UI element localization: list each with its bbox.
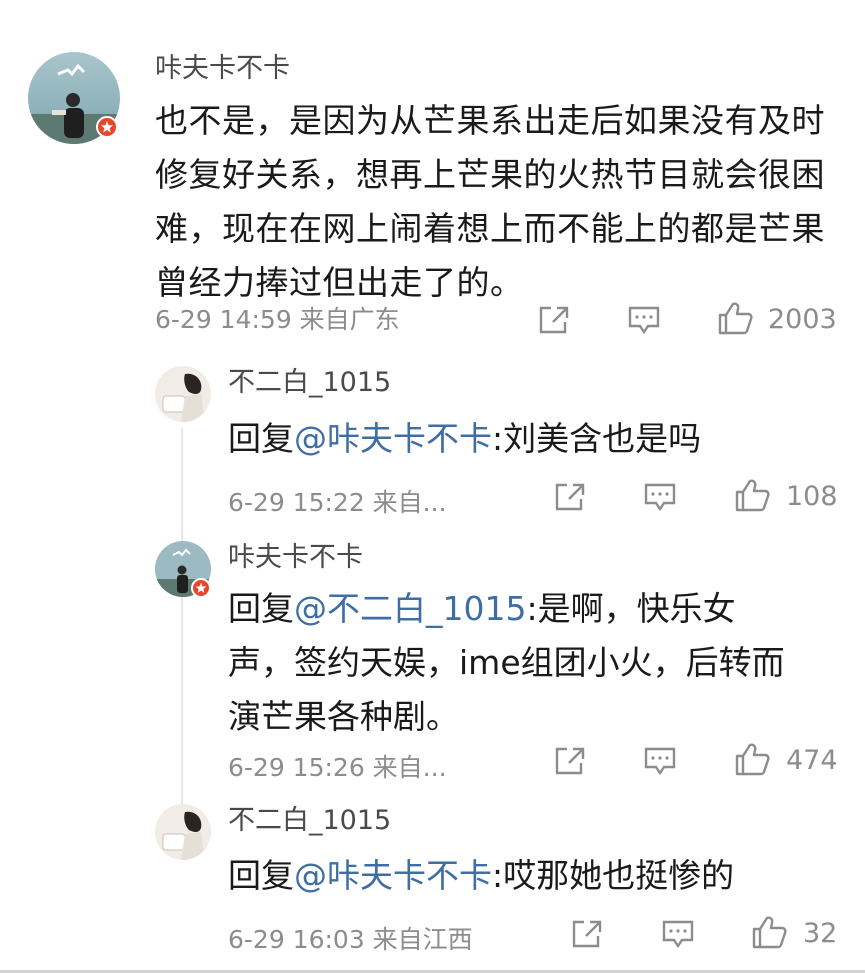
- share-icon[interactable]: [553, 481, 587, 513]
- reply-time-location: 6-29 15:26 来自...: [228, 753, 447, 782]
- like-count: 108: [786, 481, 838, 512]
- comment-icon[interactable]: [626, 304, 662, 336]
- reply-username[interactable]: 不二白_1015: [228, 804, 391, 838]
- comment-icon[interactable]: [660, 918, 696, 950]
- reply-mention[interactable]: @咔夫卡不卡: [294, 856, 492, 895]
- share-icon[interactable]: [570, 918, 604, 950]
- comment-username[interactable]: 咔夫卡不卡: [155, 52, 290, 86]
- reply-body: :刘美含也是吗: [492, 419, 702, 458]
- avatar[interactable]: [155, 804, 211, 860]
- reply-text: 回复@不二白_1015:是啊，快乐女声，签约天娱，ime组团小火，后转而演芒果各…: [228, 582, 788, 744]
- reply-prefix: 回复: [228, 419, 294, 458]
- like-icon[interactable]: [750, 914, 788, 950]
- comment-text: 也不是，是因为从芒果系出走后如果没有及时修复好关系，想再上芒果的火热节目就会很困…: [155, 101, 825, 302]
- like-count: 2003: [768, 304, 837, 335]
- reply-mention[interactable]: @不二白_1015: [294, 589, 526, 628]
- comment-icon[interactable]: [642, 481, 678, 513]
- reply-time-location: 6-29 16:03 来自江西: [228, 925, 473, 954]
- like-icon[interactable]: [733, 477, 771, 513]
- reply-time-location: 6-29 15:22 来自...: [228, 488, 447, 517]
- comment-icon[interactable]: [642, 745, 678, 777]
- reply-prefix: 回复: [228, 589, 294, 628]
- reply-text: 回复@咔夫卡不卡:刘美含也是吗: [228, 412, 828, 466]
- comment-time-location: 6-29 14:59 来自广东: [155, 305, 400, 334]
- reply-text: 回复@咔夫卡不卡:哎那她也挺惨的: [228, 849, 828, 903]
- reply-mention[interactable]: @咔夫卡不卡: [294, 419, 492, 458]
- reply-body: :哎那她也挺惨的: [492, 856, 735, 895]
- verified-badge-icon: [96, 116, 118, 138]
- thread-line: [181, 428, 183, 813]
- like-count: 474: [786, 745, 838, 776]
- like-icon[interactable]: [733, 741, 771, 777]
- like-icon[interactable]: [716, 300, 754, 336]
- share-icon[interactable]: [537, 304, 571, 336]
- share-icon[interactable]: [553, 745, 587, 777]
- verified-badge-icon: [191, 578, 211, 598]
- reply-username[interactable]: 咔夫卡不卡: [228, 541, 363, 575]
- reply-prefix: 回复: [228, 856, 294, 895]
- avatar[interactable]: [155, 366, 211, 422]
- reply-username[interactable]: 不二白_1015: [228, 366, 391, 400]
- like-count: 32: [803, 918, 838, 949]
